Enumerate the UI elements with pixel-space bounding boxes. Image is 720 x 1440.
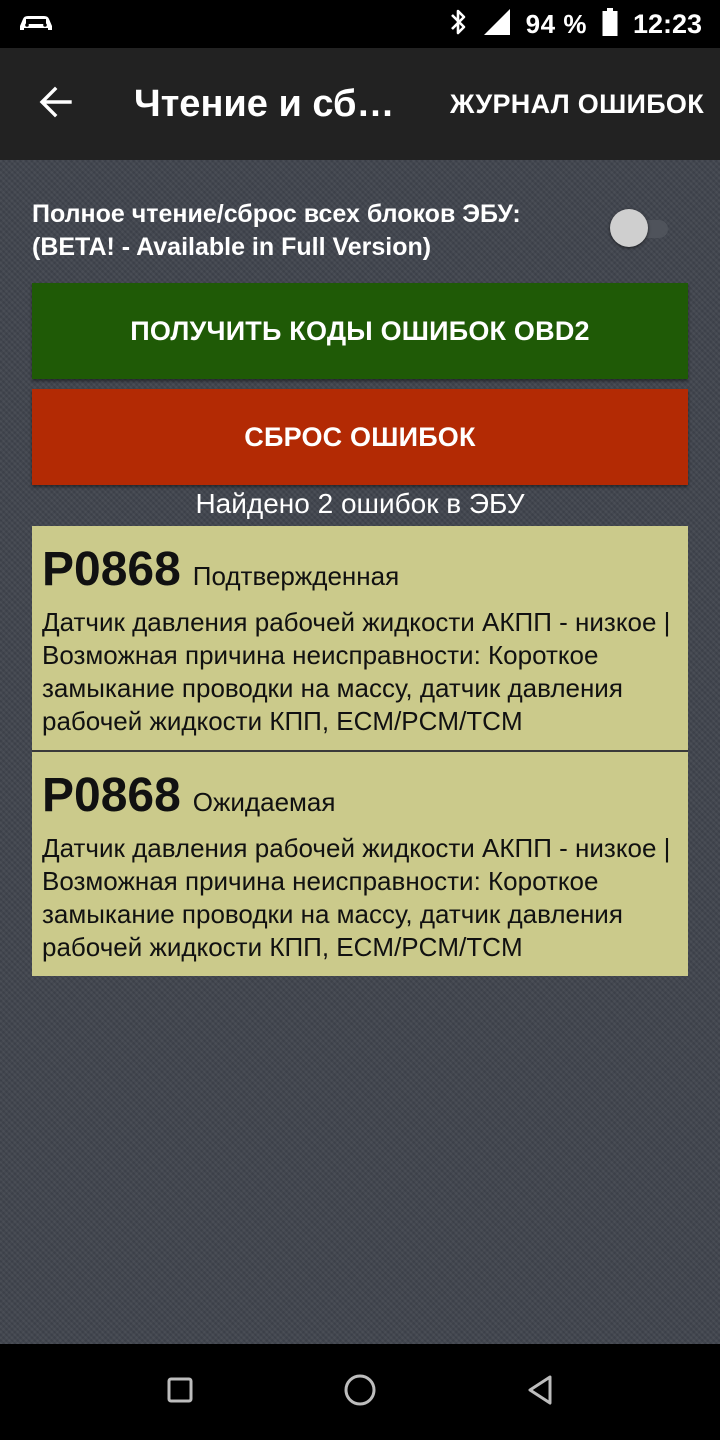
- signal-icon: [482, 7, 512, 42]
- bluetooth-icon: [448, 7, 468, 42]
- error-description: Датчик давления рабочей жидкости АКПП - …: [42, 833, 671, 962]
- reset-codes-button[interactable]: СБРОС ОШИБОК: [32, 389, 688, 485]
- full-read-label-line1: Полное чтение/сброс всех блоков ЭБУ:: [32, 200, 521, 228]
- status-bar: 94 % 12:23: [0, 0, 720, 48]
- error-code-header: P0868 Подтвержденная: [42, 542, 678, 598]
- error-status: Подтвержденная: [192, 561, 400, 591]
- battery-percent: 94 %: [525, 8, 587, 39]
- car-icon: [16, 10, 56, 39]
- battery-icon: [601, 7, 619, 42]
- arrow-back-icon: [38, 84, 74, 125]
- full-read-toggle-row: Полное чтение/сброс всех блоков ЭБУ: (BE…: [32, 198, 688, 268]
- home-button[interactable]: [336, 1368, 384, 1416]
- clock: 12:23: [632, 8, 702, 39]
- found-errors-text: Найдено 2 ошибок в ЭБУ: [195, 488, 525, 519]
- error-code-header: P0868 Ожидаемая: [42, 768, 678, 824]
- navigation-bar: [0, 1344, 720, 1440]
- error-code: P0868: [42, 543, 181, 596]
- status-right: 94 % 12:23: [448, 7, 702, 42]
- system-back-button[interactable]: [516, 1368, 564, 1416]
- error-status: Ожидаемая: [192, 787, 336, 817]
- main-content: Полное чтение/сброс всех блоков ЭБУ: (BE…: [0, 160, 720, 1344]
- error-log-button[interactable]: ЖУРНАЛ ОШИБОК: [450, 48, 704, 160]
- square-icon: [165, 1375, 195, 1410]
- error-codes-list: P0868 Подтвержденная Датчик давления раб…: [32, 526, 688, 976]
- back-button[interactable]: [24, 72, 88, 136]
- app-bar: Чтение и сброс ошибок ЖУРНАЛ ОШИБОК: [0, 48, 720, 160]
- error-code: P0868: [42, 769, 181, 822]
- error-code-item[interactable]: P0868 Ожидаемая Датчик давления рабочей …: [32, 750, 688, 976]
- full-read-label: Полное чтение/сброс всех блоков ЭБУ: (BE…: [32, 198, 592, 264]
- error-description: Датчик давления рабочей жидкости АКПП - …: [42, 607, 671, 736]
- triangle-back-icon: [524, 1373, 556, 1412]
- read-codes-button[interactable]: ПОЛУЧИТЬ КОДЫ ОШИБОК OBD2: [32, 283, 688, 379]
- switch-thumb: [610, 209, 648, 247]
- recents-button[interactable]: [156, 1368, 204, 1416]
- full-read-switch[interactable]: [610, 208, 668, 248]
- status-left: [16, 10, 56, 39]
- error-code-item[interactable]: P0868 Подтвержденная Датчик давления раб…: [32, 526, 688, 750]
- full-read-label-line2: (BETA! - Available in Full Version): [32, 233, 432, 261]
- page-title: Чтение и сброс ошибок: [134, 82, 414, 125]
- circle-icon: [342, 1372, 378, 1413]
